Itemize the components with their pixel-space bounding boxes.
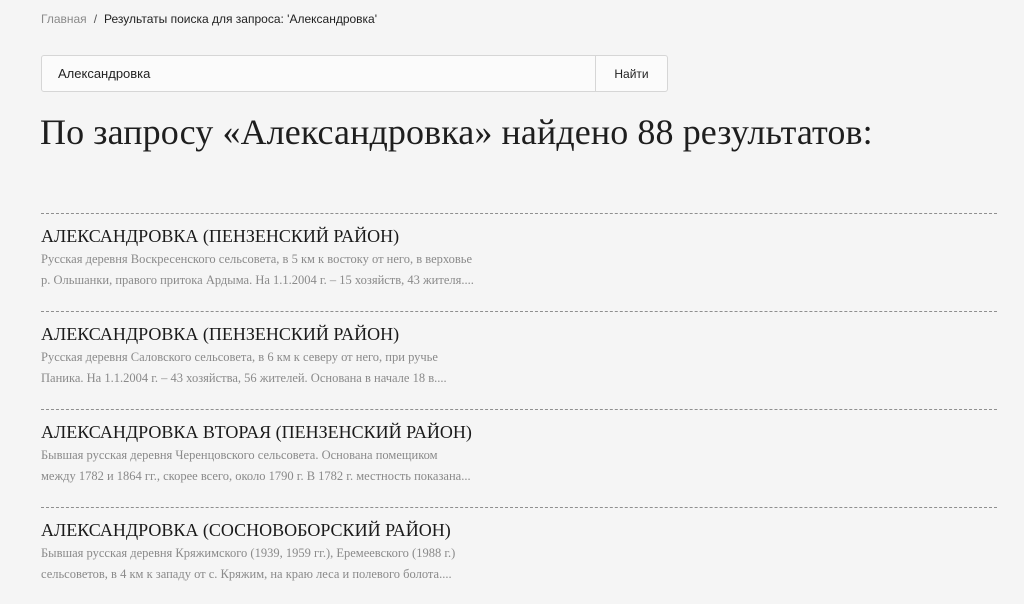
- result-title-link[interactable]: АЛЕКСАНДРОВКА (ПЕНЗЕНСКИЙ РАЙОН): [41, 224, 997, 248]
- result-title-link[interactable]: АЛЕКСАНДРОВКА (ПЕНЗЕНСКИЙ РАЙОН): [41, 322, 997, 346]
- breadcrumb: Главная / Результаты поиска для запроса: '…: [41, 12, 377, 26]
- result-snippet: Бывшая русская деревня Черенцовского сел…: [41, 445, 997, 487]
- result-item: АЛЕКСАНДРОВКА (ПЕНЗЕНСКИЙ РАЙОН) Русская…: [41, 311, 997, 409]
- result-item: АЛЕКСАНДРОВКА (СОСНОВОБОРСКИЙ РАЙОН) Быв…: [41, 507, 997, 604]
- breadcrumb-home-link[interactable]: Главная: [41, 12, 87, 26]
- breadcrumb-separator: /: [93, 12, 98, 26]
- result-snippet: Русская деревня Воскресенского сельсовет…: [41, 249, 997, 291]
- result-snippet-line: Русская деревня Воскресенского сельсовет…: [41, 252, 473, 266]
- result-snippet-line: Паника. На 1.1.2004 г. – 43 хозяйства, 5…: [41, 371, 447, 385]
- search-button[interactable]: Найти: [595, 56, 667, 91]
- result-snippet-line: Русская деревня Саловского сельсовета, в…: [41, 350, 438, 364]
- result-item: АЛЕКСАНДРОВКА ВТОРАЯ (ПЕНЗЕНСКИЙ РАЙОН) …: [41, 409, 997, 507]
- result-snippet-line: между 1782 и 1864 гг., скорее всего, око…: [41, 469, 471, 483]
- breadcrumb-current: Результаты поиска для запроса: 'Александ…: [104, 12, 378, 26]
- result-title-link[interactable]: АЛЕКСАНДРОВКА ВТОРАЯ (ПЕНЗЕНСКИЙ РАЙОН): [41, 420, 997, 444]
- search-form: Найти: [41, 55, 668, 92]
- results-list: АЛЕКСАНДРОВКА (ПЕНЗЕНСКИЙ РАЙОН) Русская…: [41, 213, 997, 604]
- result-snippet: Русская деревня Саловского сельсовета, в…: [41, 347, 997, 389]
- result-snippet-line: р. Ольшанки, правого притока Ардыма. На …: [41, 273, 474, 287]
- search-input[interactable]: [42, 56, 595, 91]
- result-snippet: Бывшая русская деревня Кряжимского (1939…: [41, 543, 997, 585]
- result-snippet-line: сельсоветов, в 4 км к западу от с. Кряжи…: [41, 567, 452, 581]
- results-heading: По запросу «Александровка» найдено 88 ре…: [40, 112, 873, 152]
- result-snippet-line: Бывшая русская деревня Кряжимского (1939…: [41, 546, 456, 560]
- result-item: АЛЕКСАНДРОВКА (ПЕНЗЕНСКИЙ РАЙОН) Русская…: [41, 213, 997, 311]
- result-snippet-line: Бывшая русская деревня Черенцовского сел…: [41, 448, 438, 462]
- result-title-link[interactable]: АЛЕКСАНДРОВКА (СОСНОВОБОРСКИЙ РАЙОН): [41, 518, 997, 542]
